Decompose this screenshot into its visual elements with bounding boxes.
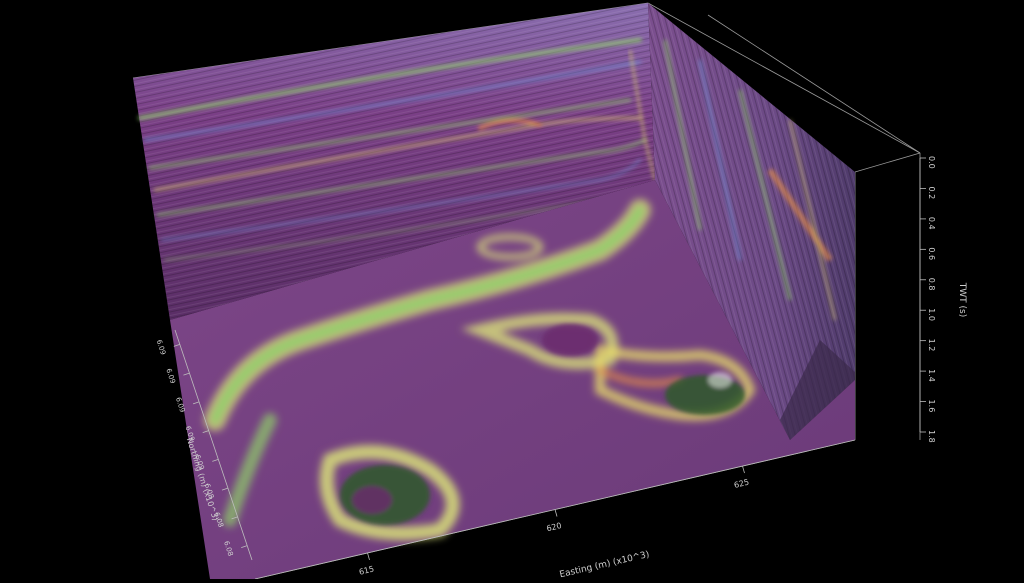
twt-tick-label: 1.8 <box>927 430 936 443</box>
northing-tick-label: 6.09 <box>155 339 167 356</box>
twt-tick-label: 0.2 <box>927 186 936 199</box>
seismic-volume-chart[interactable]: 0.0 0.2 0.4 0.6 0.8 1.0 1.2 1.4 1.6 1.8 TWT (s) 615… <box>0 0 1024 580</box>
twt-tick-label: 1.0 <box>927 308 936 321</box>
easting-tick-label: 620 <box>546 521 563 533</box>
easting-tick-label: 615 <box>358 564 375 576</box>
seismic-3d-viewport[interactable]: 0.0 0.2 0.4 0.6 0.8 1.0 1.2 1.4 1.6 1.8 TWT (s) 615… <box>0 0 1024 580</box>
twt-tick-label: 1.2 <box>927 339 936 352</box>
twt-tick-label: 0.6 <box>927 247 936 260</box>
easting-tick <box>367 552 370 561</box>
easting-tick-label: 625 <box>733 478 750 490</box>
northing-tick-label: 6.09 <box>164 367 176 384</box>
twt-tick-label: 1.4 <box>927 369 936 382</box>
easting-axis-label: Easting (m) (x10^3) <box>559 550 651 579</box>
twt-tick-label: 0.8 <box>927 278 936 291</box>
easting-tick <box>742 465 745 474</box>
twt-tick-label: 0.4 <box>927 217 936 230</box>
twt-tick-label: 0.0 <box>927 156 936 169</box>
twt-tick-label: 1.6 <box>927 400 936 413</box>
easting-tick <box>554 509 558 517</box>
twt-axis-label: TWT (s) <box>957 282 967 317</box>
